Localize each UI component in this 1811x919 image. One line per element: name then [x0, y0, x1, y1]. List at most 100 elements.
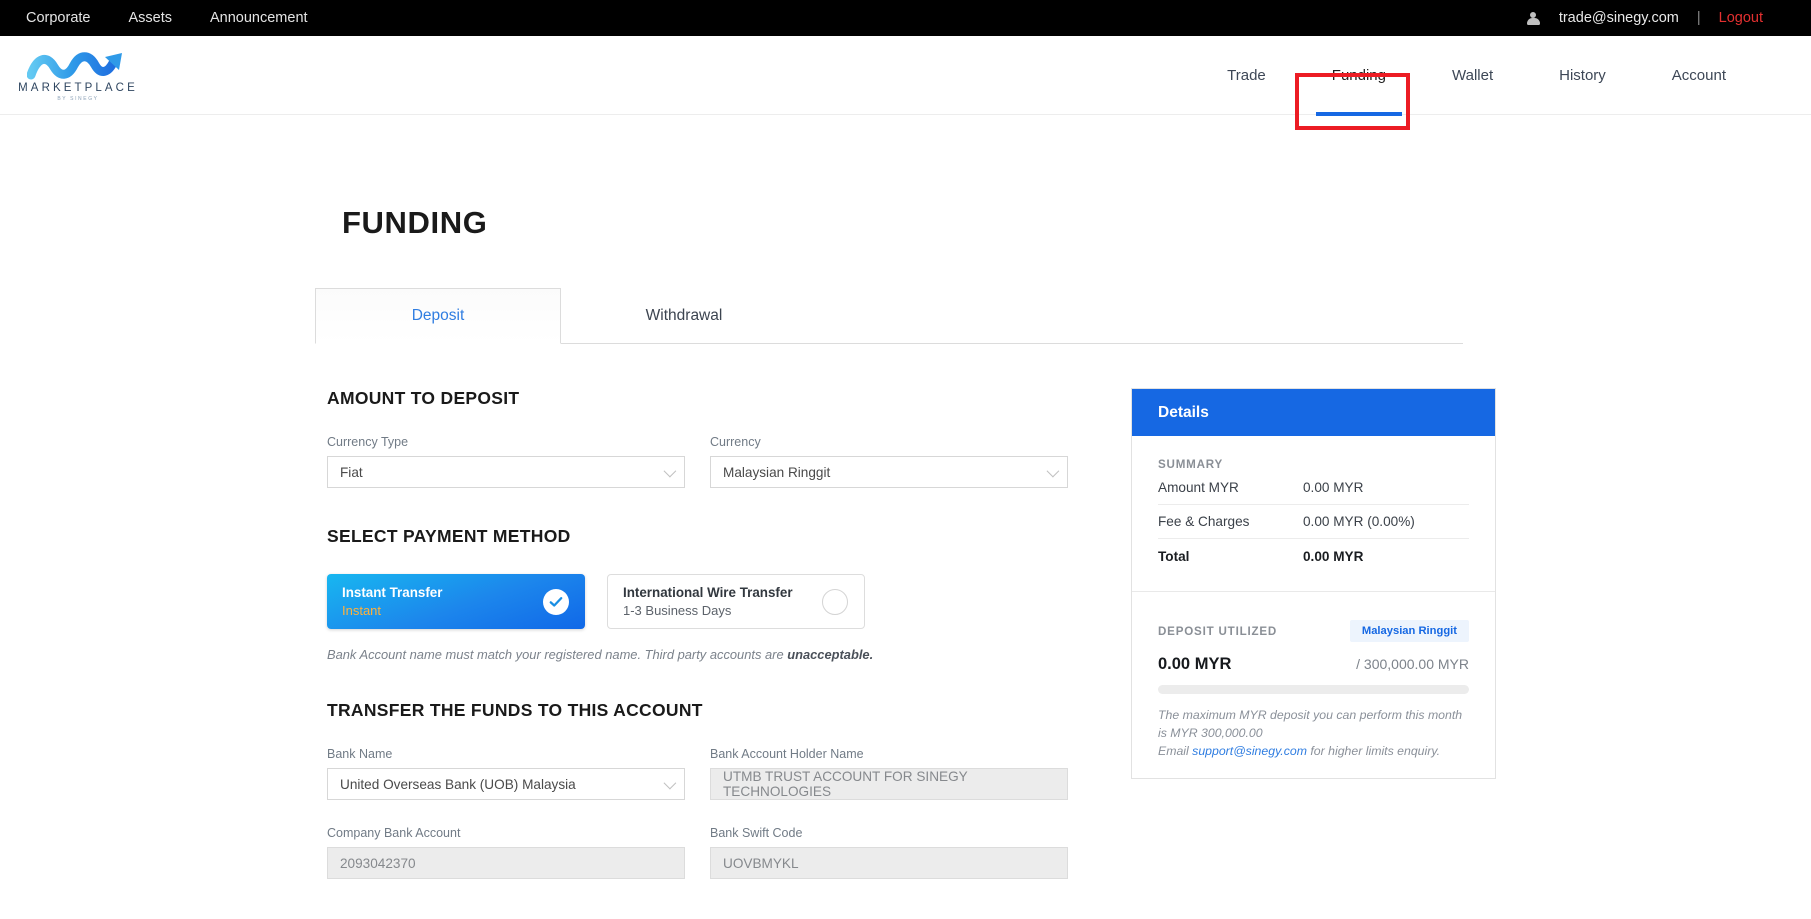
amount-section-title: AMOUNT TO DEPOSIT	[327, 388, 520, 408]
deposit-form-column: AMOUNT TO DEPOSIT Currency Type Fiat Cur…	[327, 388, 1087, 879]
bank-account-note-text: Bank Account name must match your regist…	[327, 647, 788, 662]
topbar-link-assets[interactable]: Assets	[128, 10, 172, 26]
funding-content: AMOUNT TO DEPOSIT Currency Type Fiat Cur…	[0, 388, 1811, 879]
brand-name: MARKETPLACE	[18, 81, 138, 94]
topbar-link-announcement[interactable]: Announcement	[210, 10, 308, 26]
payment-section-title: SELECT PAYMENT METHOD	[327, 526, 571, 546]
summary-row-amount-value: 0.00 MYR	[1303, 480, 1364, 495]
currency-type-label: Currency Type	[327, 435, 409, 449]
nav-item-history[interactable]: History	[1526, 36, 1639, 115]
nav-label-wallet: Wallet	[1452, 66, 1494, 84]
topbar-links: Corporate Assets Announcement	[26, 10, 308, 26]
holder-name-value: UTMB TRUST ACCOUNT FOR SINEGY TECHNOLOGI…	[723, 769, 968, 799]
summary-row-total-value: 0.00 MYR	[1303, 548, 1364, 564]
summary-row-total: Total 0.00 MYR	[1158, 539, 1469, 573]
bank-name-label: Bank Name	[327, 747, 393, 761]
funding-page: FUNDING Deposit Withdrawal AMOUNT TO DEP…	[0, 205, 1811, 919]
payment-method-instant-transfer[interactable]: Instant Transfer Instant	[327, 574, 585, 629]
payment-method-wire-title: International Wire Transfer	[623, 585, 793, 600]
brand-logo[interactable]: MARKETPLACE BY SINEGY	[18, 49, 138, 102]
payment-method-international-wire[interactable]: International Wire Transfer 1-3 Business…	[607, 574, 865, 629]
bank-field-row-1: Bank Name United Overseas Bank (UOB) Mal…	[327, 747, 1087, 800]
tab-deposit[interactable]: Deposit	[315, 288, 561, 344]
transfer-section-title: TRANSFER THE FUNDS TO THIS ACCOUNT	[327, 700, 703, 720]
company-account-label: Company Bank Account	[327, 826, 461, 840]
marketplace-logo-icon	[27, 51, 122, 79]
holder-name-value-box: UTMB TRUST ACCOUNT FOR SINEGY TECHNOLOGI…	[710, 768, 1068, 800]
summary-row-total-key: Total	[1158, 548, 1190, 564]
page-title: FUNDING	[342, 205, 488, 240]
nav-label-funding: Funding	[1331, 66, 1386, 84]
check-icon	[549, 596, 563, 607]
tab-withdrawal[interactable]: Withdrawal	[561, 288, 807, 344]
brand-tagline: BY SINEGY	[57, 95, 99, 102]
currency-type-field: Currency Type Fiat	[327, 435, 685, 488]
holder-name-field: Bank Account Holder Name UTMB TRUST ACCO…	[710, 747, 1068, 800]
nav-item-wallet[interactable]: Wallet	[1419, 36, 1526, 115]
summary-label: SUMMARY	[1158, 458, 1224, 471]
nav-item-trade[interactable]: Trade	[1194, 36, 1299, 115]
company-account-value: 2093042370	[340, 855, 416, 871]
nav-item-funding[interactable]: Funding	[1299, 36, 1419, 116]
bank-name-field: Bank Name United Overseas Bank (UOB) Mal…	[327, 747, 685, 800]
company-account-value-box: 2093042370	[327, 847, 685, 879]
currency-select[interactable]: Malaysian Ringgit	[710, 456, 1068, 488]
limit-note-line3-post: for higher limits enquiry.	[1306, 743, 1440, 758]
deposit-utilized-header: DEPOSIT UTILIZED Malaysian Ringgit	[1158, 620, 1469, 642]
swift-code-label: Bank Swift Code	[710, 826, 803, 840]
deposit-utilized-amounts: 0.00 MYR / 300,000.00 MYR	[1158, 655, 1469, 674]
details-column: Details SUMMARY Amount MYR 0.00 MYR Fee …	[1131, 388, 1496, 879]
utility-topbar: Corporate Assets Announcement trade@sine…	[0, 0, 1811, 36]
limit-note-line3-pre: Email	[1158, 743, 1193, 758]
chevron-down-icon	[663, 776, 677, 789]
logout-button[interactable]: Logout	[1719, 10, 1773, 26]
user-email: trade@sinegy.com	[1558, 10, 1679, 26]
currency-value: Malaysian Ringgit	[723, 464, 831, 480]
payment-method-instant-title: Instant Transfer	[342, 585, 443, 600]
bank-name-select[interactable]: United Overseas Bank (UOB) Malaysia	[327, 768, 685, 800]
currency-type-select[interactable]: Fiat	[327, 456, 685, 488]
nav-label-account: Account	[1671, 66, 1726, 84]
main-navigation: Trade Funding Wallet History Account	[1194, 36, 1811, 116]
summary-row-fee: Fee & Charges 0.00 MYR (0.00%)	[1158, 505, 1469, 539]
swift-code-value: UOVBMYKL	[723, 855, 799, 871]
funding-tabs: Deposit Withdrawal	[315, 288, 1463, 344]
limit-note-line1: The maximum MYR deposit you can perform …	[1158, 708, 1463, 722]
deposit-utilized-label: DEPOSIT UTILIZED	[1158, 624, 1278, 638]
radio-unselected-icon	[822, 588, 848, 615]
summary-row-amount: Amount MYR 0.00 MYR	[1158, 471, 1469, 505]
payment-method-instant-subtitle: Instant	[342, 603, 382, 618]
bank-name-value: United Overseas Bank (UOB) Malaysia	[340, 776, 576, 792]
deposit-utilized-body: DEPOSIT UTILIZED Malaysian Ringgit 0.00 …	[1132, 592, 1495, 778]
swift-code-field: Bank Swift Code UOVBMYKL	[710, 826, 1068, 879]
details-panel: Details SUMMARY Amount MYR 0.00 MYR Fee …	[1131, 388, 1496, 780]
deposit-progress-bar	[1158, 685, 1469, 694]
limit-note-line2: is MYR 300,000.00	[1158, 725, 1263, 740]
nav-item-account[interactable]: Account	[1639, 36, 1759, 115]
deposit-max-amount: / 300,000.00 MYR	[1356, 656, 1469, 672]
user-icon	[1526, 11, 1541, 26]
details-summary-body: SUMMARY Amount MYR 0.00 MYR Fee & Charge…	[1132, 436, 1495, 591]
currency-label: Currency	[710, 435, 761, 449]
support-email-link[interactable]: support@sinegy.com	[1192, 744, 1307, 758]
topbar-link-corporate[interactable]: Corporate	[26, 10, 90, 26]
bank-account-note-emphasis: unacceptable.	[787, 647, 874, 662]
tab-deposit-label: Deposit	[411, 307, 465, 324]
chevron-down-icon	[663, 464, 677, 477]
currency-field-row: Currency Type Fiat Currency Malaysian Ri…	[327, 435, 1087, 488]
summary-row-fee-value: 0.00 MYR (0.00%)	[1303, 514, 1415, 529]
nav-label-history: History	[1559, 66, 1606, 84]
summary-row-fee-key: Fee & Charges	[1158, 514, 1250, 529]
chevron-down-icon	[1046, 464, 1060, 477]
currency-field: Currency Malaysian Ringgit	[710, 435, 1068, 488]
swift-code-value-box: UOVBMYKL	[710, 847, 1068, 879]
holder-name-label: Bank Account Holder Name	[710, 747, 864, 761]
deposit-used-amount: 0.00 MYR	[1158, 655, 1232, 673]
tab-withdrawal-label: Withdrawal	[645, 307, 723, 324]
topbar-account-area: trade@sinegy.com | Logout	[1526, 10, 1789, 26]
bank-account-note: Bank Account name must match your regist…	[327, 647, 1087, 662]
currency-type-value: Fiat	[340, 464, 363, 480]
currency-badge: Malaysian Ringgit	[1349, 620, 1469, 642]
nav-label-trade: Trade	[1227, 66, 1266, 84]
company-account-field: Company Bank Account 2093042370	[327, 826, 685, 879]
